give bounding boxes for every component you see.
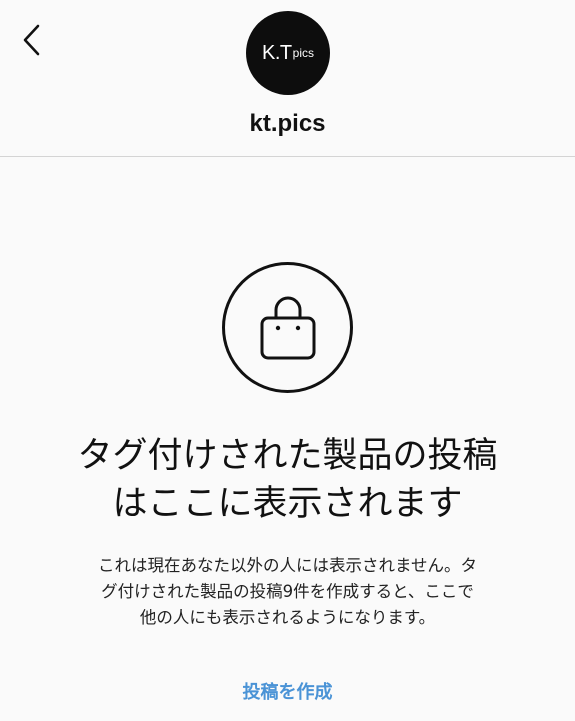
avatar[interactable]: K.T pics <box>246 11 330 95</box>
chevron-left-icon <box>23 24 40 56</box>
shopping-bag-badge <box>222 262 353 393</box>
back-button[interactable] <box>14 22 50 58</box>
empty-state-title-line: はここに表示されます <box>112 484 463 524</box>
empty-state-description: これは現在あなた以外の人には表示されません。タ グ付けされた製品の投稿9件を作成… <box>0 553 575 631</box>
username: kt.pics <box>249 110 326 137</box>
shopping-bag-icon <box>260 296 315 359</box>
description-line: 他の人にも表示されるようになります。 <box>139 608 436 627</box>
avatar-logo-subtext: pics <box>292 46 314 60</box>
empty-state-title-line: タグ付けされた製品の投稿 <box>77 436 498 476</box>
create-post-link[interactable]: 投稿を作成 <box>0 678 575 704</box>
description-line: これは現在あなた以外の人には表示されません。タ <box>97 556 477 575</box>
avatar-logo-text: K.T <box>262 41 292 64</box>
profile-header: K.T pics kt.pics <box>0 0 575 157</box>
empty-state-title: タグ付けされた製品の投稿 はここに表示されます <box>0 432 575 528</box>
description-line: グ付けされた製品の投稿9件を作成すると、ここで <box>101 582 474 601</box>
